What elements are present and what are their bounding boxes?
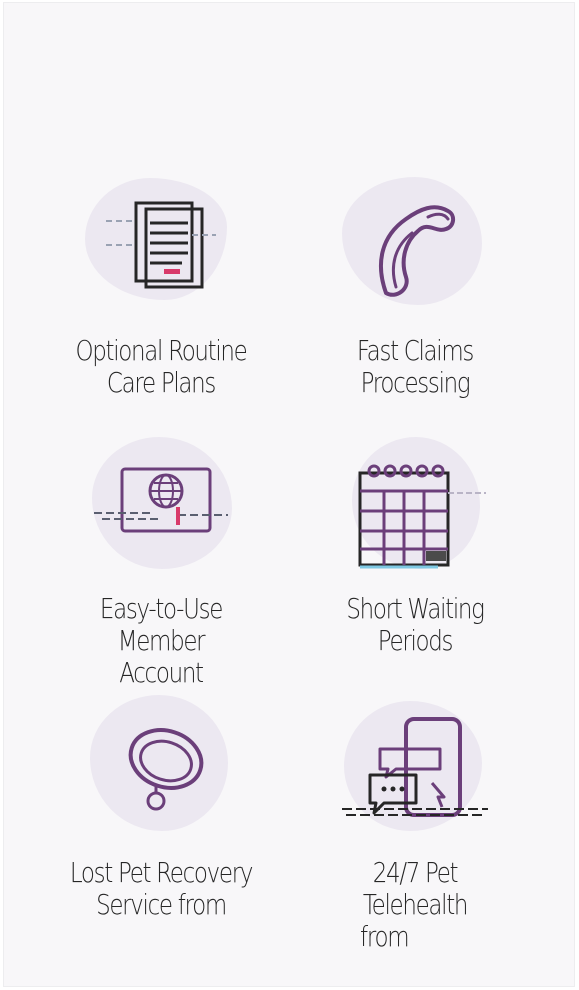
- feature-label-line: Care Plans: [106, 366, 216, 399]
- feature-label: Optional Routine Care Plans: [59, 335, 264, 399]
- feature-label-line: Account: [119, 656, 204, 689]
- globe-monitor-icon: [92, 459, 232, 559]
- feature-label-line: 24/7 Pet: [372, 856, 459, 889]
- feature-label: Easy-to-Use Member Account: [59, 593, 264, 689]
- boomerang-icon: [366, 195, 460, 303]
- feature-label: Short Waiting Periods: [313, 593, 518, 657]
- feature-label-line: Fast Claims: [356, 334, 475, 367]
- feature-waiting-periods: Short Waiting Periods: [290, 433, 540, 663]
- feature-label-line: Service from: [96, 888, 227, 921]
- page: Optional Routine Care Plans Fast Claims …: [0, 0, 579, 990]
- feature-fast-claims: Fast Claims Processing: [290, 173, 540, 403]
- feature-member-account: Easy-to-Use Member Account: [36, 433, 286, 689]
- pet-collar-icon: [120, 723, 210, 819]
- feature-label-line: Processing: [360, 366, 471, 399]
- feature-label-line: Optional Routine: [75, 334, 248, 367]
- feature-label-line: Short Waiting: [346, 592, 485, 625]
- feature-label-line: Lost Pet Recovery: [69, 856, 254, 889]
- document-stack-icon: [106, 183, 216, 295]
- feature-label-line: Periods: [377, 624, 454, 657]
- feature-label: Fast Claims Processing: [313, 335, 518, 399]
- feature-telehealth: 24/7 Pet Telehealth from: [290, 693, 540, 963]
- feature-label: Lost Pet Recovery Service from: [59, 857, 264, 921]
- feature-label: 24/7 Pet Telehealth from: [313, 857, 518, 953]
- feature-routine-care: Optional Routine Care Plans: [36, 173, 286, 403]
- feature-label-line: Easy-to-Use Member: [99, 592, 224, 657]
- features-panel: Optional Routine Care Plans Fast Claims …: [3, 2, 575, 987]
- feature-label-line: from: [360, 920, 409, 953]
- feature-lost-pet: Lost Pet Recovery Service from: [36, 693, 286, 933]
- phone-chat-icon: [340, 713, 490, 829]
- calendar-icon: [348, 463, 488, 573]
- feature-label-line: Telehealth: [362, 888, 469, 921]
